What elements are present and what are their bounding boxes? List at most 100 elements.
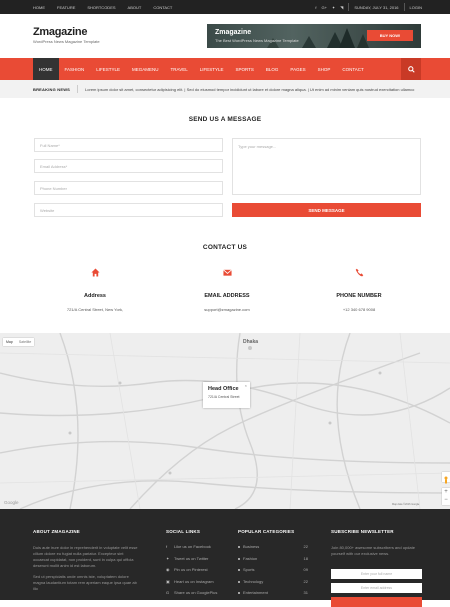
top-menu-feature[interactable]: FEATURE xyxy=(57,5,75,10)
search-button[interactable] xyxy=(401,58,421,80)
divider xyxy=(77,85,79,93)
about-text-1: Duis aute irure dolor in reprehenderit i… xyxy=(33,545,138,568)
phone-title: PHONE NUMBER xyxy=(336,293,382,299)
category-item[interactable]: Business 22 xyxy=(238,541,308,553)
top-right: f G+ ✦ ◥ SUNDAY, JULY 31, 2016 LOGIN xyxy=(315,3,422,11)
street-view-icon[interactable] xyxy=(442,472,450,484)
divider xyxy=(348,3,350,11)
newsletter-title: SUBSCRIBE NEWSLETTER xyxy=(331,529,394,534)
nav-item-travel[interactable]: TRAVEL xyxy=(165,58,194,80)
map-roads xyxy=(0,333,450,509)
nav-item-contact[interactable]: CONTACT xyxy=(336,58,369,80)
home-icon xyxy=(30,268,160,278)
newsletter-email-input[interactable]: Enter email address xyxy=(331,583,422,593)
contact-address: Address 721/A Central Street, New York, xyxy=(30,268,160,312)
satellite-tab[interactable]: Satellite xyxy=(16,340,34,344)
category-name: Fashion xyxy=(238,556,257,561)
newsletter-name-input[interactable]: Enter your full name xyxy=(331,569,422,579)
category-count: 18 xyxy=(303,555,308,561)
google-logo: Google xyxy=(4,500,19,505)
ad-subtitle: The Best WordPress News Magazine Templat… xyxy=(215,38,299,43)
social-link-twitter[interactable]: ✦ Tweet us on Twitter xyxy=(166,553,217,565)
phone-field[interactable]: Phone Number xyxy=(34,181,223,195)
message-textarea[interactable]: Type your message... xyxy=(232,138,421,195)
social-title: SOCIAL LINKS xyxy=(166,529,201,534)
category-item[interactable]: Fashion 18 xyxy=(238,553,308,565)
category-item[interactable]: Sports 09 xyxy=(238,564,308,576)
nav-item-shop[interactable]: SHOP xyxy=(312,58,337,80)
email-value[interactable]: support@zmagazine.com xyxy=(162,307,292,312)
category-count: 31 xyxy=(303,590,308,596)
subscribe-button[interactable] xyxy=(331,597,422,607)
login-link[interactable]: LOGIN xyxy=(410,5,422,10)
facebook-icon[interactable]: f xyxy=(315,5,316,10)
envelope-icon xyxy=(162,268,292,278)
top-menu-contact[interactable]: CONTACT xyxy=(153,5,172,10)
nav-item-lifestyle-2[interactable]: LIFESTYLE xyxy=(194,58,230,80)
social-link-pinterest[interactable]: ◉ Pin us on Pinterest xyxy=(166,564,217,576)
social-link-google-plus[interactable]: G Share us on GooglePlus xyxy=(166,587,217,599)
breaking-news-label: BREAKING NEWS xyxy=(33,86,71,92)
social-link-instagram[interactable]: ▣ Heart us on Instagram xyxy=(166,576,217,588)
map-tab[interactable]: Map xyxy=(3,340,16,344)
phone-icon xyxy=(294,268,424,278)
social-list: f Like us on Facebook ✦ Tweet us on Twitte… xyxy=(166,541,217,599)
close-icon[interactable]: × xyxy=(245,383,247,388)
popup-title: Head Office xyxy=(208,386,239,392)
footer-categories: POPULAR CATEGORIES Business 22 Fashion 18 … xyxy=(238,529,308,599)
twitter-icon[interactable]: ✦ xyxy=(332,5,335,10)
facebook-icon: f xyxy=(166,544,168,550)
category-name: Sports xyxy=(238,567,255,572)
full-name-field[interactable]: Full Name* xyxy=(34,138,223,152)
footer-newsletter: SUBSCRIBE NEWSLETTER Join 80,000+ awesom… xyxy=(331,529,423,607)
nav-item-lifestyle[interactable]: LIFESTYLE xyxy=(90,58,126,80)
nav-item-fashion[interactable]: FASHION xyxy=(59,58,91,80)
buy-now-button[interactable]: BUY NOW! xyxy=(367,30,413,41)
rss-icon[interactable]: ◥ xyxy=(340,5,343,10)
top-menu-home[interactable]: HOME xyxy=(33,5,45,10)
google-map[interactable]: Map Satellite Dhaka Map data ©2016 Googl… xyxy=(0,333,450,509)
breaking-news-ticker[interactable]: Lorem ipsum dolor sit amet, consectetur … xyxy=(85,87,415,92)
category-item[interactable]: Technology 22 xyxy=(238,576,308,588)
header: Zmagazine WordPress News Magazine Templa… xyxy=(0,14,450,58)
search-icon xyxy=(407,65,415,73)
header-ad-banner[interactable]: Zmagazine The Best WordPress News Magazi… xyxy=(207,24,421,48)
website-field[interactable]: Website xyxy=(34,203,223,217)
main-nav: HOME FASHION LIFESTYLE MEGAMENU TRAVEL L… xyxy=(0,58,450,80)
nav-item-pages[interactable]: PAGES xyxy=(284,58,311,80)
phone-value: +12 340 678 9008 xyxy=(342,307,376,312)
nav-item-blog[interactable]: BLOG xyxy=(260,58,285,80)
social-label: Heart us on Instagram xyxy=(174,578,214,584)
category-item[interactable]: Entertainment 31 xyxy=(238,587,308,599)
social-link-facebook[interactable]: f Like us on Facebook xyxy=(166,541,217,553)
social-label: Tweet us on Twitter xyxy=(174,555,209,561)
nav-item-sports[interactable]: SPORTS xyxy=(229,58,259,80)
footer-about: ABOUT ZMAGAZINE Duis aute irure dolor in… xyxy=(33,529,138,592)
google-plus-icon[interactable]: G+ xyxy=(321,5,326,10)
divider xyxy=(403,3,405,11)
category-name: Technology xyxy=(238,579,263,584)
contact-phone: PHONE NUMBER +12 340 678 9008 xyxy=(294,268,424,312)
category-count: 22 xyxy=(303,578,308,584)
nav-item-home[interactable]: HOME xyxy=(33,58,59,80)
about-text-2: Sed ut perspiciatis unde omnis iste, vol… xyxy=(33,574,137,591)
social-label: Like us on Facebook xyxy=(174,544,211,550)
zoom-in-icon[interactable]: + xyxy=(442,488,450,496)
site-logo[interactable]: Zmagazine WordPress News Magazine Templa… xyxy=(33,26,100,44)
zoom-out-icon[interactable]: − xyxy=(442,496,450,504)
email-field[interactable]: Email Address* xyxy=(34,159,223,173)
ad-title: Zmagazine xyxy=(215,29,252,36)
category-count: 22 xyxy=(303,544,308,550)
map-info-window: × Head Office 721/A Central Street xyxy=(203,382,250,408)
nav-item-megamenu[interactable]: MEGAMENU xyxy=(126,58,165,80)
pinterest-icon: ◉ xyxy=(166,567,170,573)
send-message-button[interactable]: SEND MESSAGE xyxy=(232,203,421,217)
top-menu-about[interactable]: ABOUT xyxy=(128,5,142,10)
newsletter-text: Join 80,000+ awesome subscribers and upd… xyxy=(331,545,415,556)
twitter-icon: ✦ xyxy=(166,555,170,561)
top-menu-shortcodes[interactable]: SHORTCODES xyxy=(87,5,115,10)
social-label: Pin us on Pinterest xyxy=(174,567,208,573)
map-city-label: Dhaka xyxy=(243,339,259,345)
top-menu: HOME FEATURE SHORTCODES ABOUT CONTACT xyxy=(33,5,172,10)
address-title: Address xyxy=(83,293,106,299)
